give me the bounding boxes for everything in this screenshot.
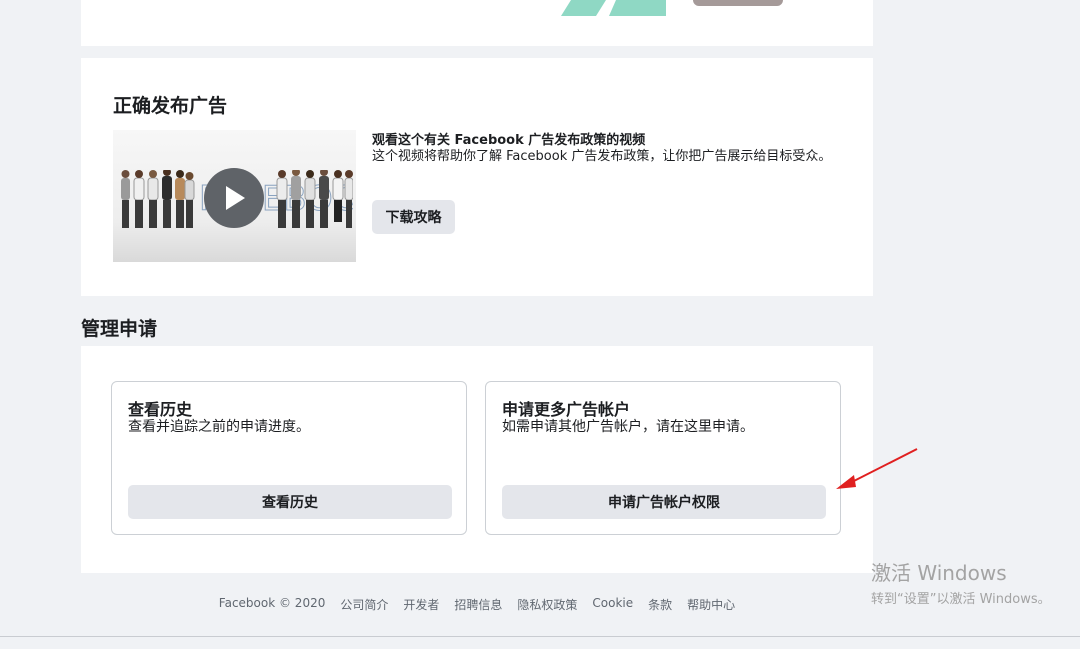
video-heading: 观看这个有关 Facebook 广告发布政策的视频 bbox=[372, 133, 646, 148]
ad-policy-title: 正确发布广告 bbox=[113, 95, 228, 117]
activation-title: 激活 Windows bbox=[871, 561, 1007, 585]
view-history-card: 查看历史 查看并追踪之前的申请进度。 查看历史 bbox=[111, 381, 467, 535]
request-ad-account-access-button[interactable]: 申请广告帐户权限 bbox=[502, 485, 826, 519]
footer-link-developers[interactable]: 开发者 bbox=[403, 596, 439, 613]
banner-illustration-gray bbox=[693, 0, 783, 6]
top-banner-card bbox=[81, 0, 873, 46]
request-ad-accounts-description: 如需申请其他广告帐户，请在这里申请。 bbox=[502, 419, 754, 435]
footer-links: Facebook © 2020 公司简介 开发者 招聘信息 隐私权政策 Cook… bbox=[0, 596, 954, 613]
play-button[interactable] bbox=[204, 168, 264, 228]
manage-applications-title: 管理申请 bbox=[81, 318, 158, 340]
request-ad-accounts-card: 申请更多广告帐户 如需申请其他广告帐户，请在这里申请。 申请广告帐户权限 bbox=[485, 381, 841, 535]
view-history-description: 查看并追踪之前的申请进度。 bbox=[128, 419, 310, 435]
download-guide-button[interactable]: 下载攻略 bbox=[372, 200, 455, 234]
footer-link-privacy[interactable]: 隐私权政策 bbox=[517, 596, 577, 613]
banner-illustration bbox=[561, 0, 666, 16]
footer-link-about[interactable]: 公司简介 bbox=[340, 596, 388, 613]
ad-policy-card: 正确发布广告 FACEBOOK 观看这个有关 Facebook 广告发布政 bbox=[81, 58, 873, 296]
view-history-button[interactable]: 查看历史 bbox=[128, 485, 452, 519]
manage-applications-card: 查看历史 查看并追踪之前的申请进度。 查看历史 申请更多广告帐户 如需申请其他广… bbox=[81, 346, 873, 573]
video-thumbnail[interactable]: FACEBOOK bbox=[113, 130, 356, 262]
annotation-arrow-icon bbox=[836, 448, 918, 489]
footer-link-careers[interactable]: 招聘信息 bbox=[454, 596, 502, 613]
footer-link-terms[interactable]: 条款 bbox=[648, 596, 672, 613]
footer-link-cookie[interactable]: Cookie bbox=[592, 596, 633, 613]
bottom-bar bbox=[0, 636, 1080, 649]
video-description: 这个视频将帮助你了解 Facebook 广告发布政策，让你把广告展示给目标受众。 bbox=[372, 149, 832, 164]
footer-copyright: Facebook © 2020 bbox=[218, 596, 326, 610]
footer-link-help[interactable]: 帮助中心 bbox=[687, 596, 735, 613]
play-icon bbox=[226, 186, 245, 210]
